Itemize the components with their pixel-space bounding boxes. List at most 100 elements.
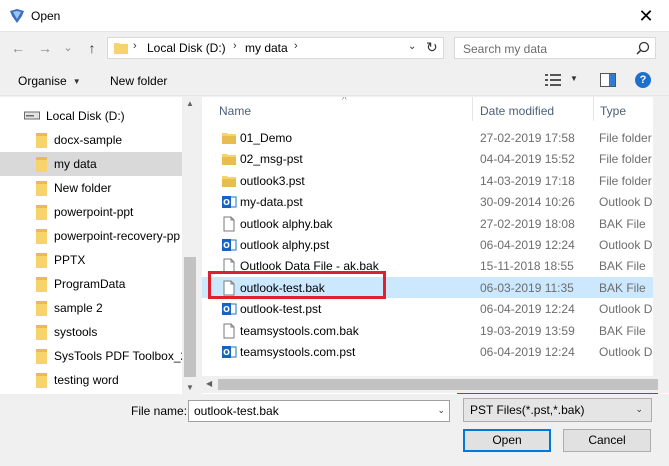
- file-type-cell: BAK File: [599, 323, 646, 338]
- up-arrow-icon[interactable]: ↑: [82, 38, 102, 58]
- sidebar-item[interactable]: New folder: [0, 176, 182, 200]
- file-date-cell: 06-04-2019 12:24: [480, 345, 575, 359]
- horizontal-scrollbar[interactable]: ◀: [202, 376, 669, 393]
- column-header-name[interactable]: Name ^: [202, 97, 472, 121]
- refresh-icon[interactable]: ↻: [426, 39, 438, 56]
- sidebar-item[interactable]: powerpoint-ppt: [0, 200, 182, 224]
- file-name-input[interactable]: outlook-test.bak ⌄: [188, 400, 450, 422]
- folder-icon: [36, 205, 47, 220]
- folder-icon: [221, 130, 237, 146]
- sidebar-item[interactable]: sample 2: [0, 296, 182, 320]
- caret-down-icon[interactable]: ▼: [570, 74, 578, 83]
- folder-icon: [36, 229, 47, 244]
- search-input[interactable]: Search my data: [454, 37, 656, 59]
- breadcrumb-my-data[interactable]: my data: [245, 41, 288, 55]
- file-name-cell: outlook3.pst: [240, 173, 305, 188]
- outlook-icon: O: [221, 194, 237, 210]
- scroll-up-icon[interactable]: ▲: [186, 99, 194, 108]
- file-type-value: PST Files(*.pst,*.bak): [470, 403, 585, 417]
- file-name-cell: 02_msg-pst: [240, 152, 303, 167]
- sidebar-item-label: New folder: [54, 181, 112, 195]
- cancel-button[interactable]: Cancel: [563, 429, 651, 452]
- search-placeholder: Search my data: [463, 42, 548, 56]
- file-date-cell: 30-09-2014 10:26: [480, 195, 575, 210]
- forward-arrow-icon[interactable]: →: [35, 38, 55, 58]
- chevron-down-icon[interactable]: ⌄: [408, 41, 416, 52]
- back-arrow-icon[interactable]: ←: [8, 38, 28, 58]
- column-date-label: Date modified: [480, 104, 555, 118]
- new-folder-button[interactable]: New folder: [110, 74, 167, 88]
- sidebar-item[interactable]: PPTX: [0, 248, 182, 272]
- sidebar-item-label: systools: [54, 325, 98, 339]
- svg-text:O: O: [223, 348, 230, 357]
- help-icon[interactable]: ?: [635, 72, 651, 88]
- file-date-cell: 27-02-2019 18:08: [480, 216, 575, 231]
- file-name-value: outlook-test.bak: [194, 404, 279, 418]
- title-bar: Open ✕: [0, 0, 669, 32]
- file-list-scrollbar[interactable]: [653, 97, 669, 376]
- table-row[interactable]: Ooutlook alphy.pst 06-04-2019 12:24 Outloo…: [202, 234, 669, 255]
- sidebar-item-label: Local Disk (D:): [46, 109, 125, 123]
- search-icon: [636, 41, 650, 55]
- preview-pane-icon[interactable]: [600, 73, 616, 87]
- folder-icon: [36, 181, 47, 196]
- scrollbar-thumb[interactable]: [184, 257, 196, 377]
- window-title: Open: [31, 9, 61, 23]
- file-date-cell: 04-04-2019 15:52: [480, 152, 575, 167]
- sidebar-item-label: powerpoint-recovery-pp: [54, 229, 181, 243]
- sidebar-item-label: docx-sample: [54, 133, 123, 147]
- outlook-icon: O: [221, 344, 237, 360]
- command-toolbar: Organise ▼ New folder: [0, 64, 669, 96]
- table-row[interactable]: 02_msg-pst 04-04-2019 15:52 File folder: [202, 148, 669, 169]
- scroll-down-icon[interactable]: ▼: [186, 383, 194, 392]
- folder-icon: [221, 173, 237, 189]
- recent-locations-icon[interactable]: ⌄: [58, 38, 78, 58]
- svg-text:O: O: [223, 305, 230, 314]
- chevron-down-icon[interactable]: ⌄: [437, 405, 445, 416]
- sidebar-item[interactable]: testing word: [0, 368, 182, 392]
- caret-down-icon: ▼: [72, 77, 81, 86]
- sidebar-item-label: ProgramData: [54, 277, 126, 291]
- table-row[interactable]: Ooutlook-test.pst 06-04-2019 12:24 Outlook…: [202, 298, 669, 319]
- column-header-date[interactable]: Date modified: [473, 97, 593, 121]
- scrollbar-thumb[interactable]: [218, 379, 658, 390]
- breadcrumb-separator: ›: [233, 40, 237, 52]
- open-button[interactable]: Open: [463, 429, 551, 452]
- table-row[interactable]: teamsystools.com.bak 19-03-2019 13:59 BAK …: [202, 320, 669, 341]
- file-type-select[interactable]: PST Files(*.pst,*.bak) ⌄: [463, 398, 652, 422]
- table-row[interactable]: Omy-data.pst 30-09-2014 10:26 Outlook Data: [202, 191, 669, 212]
- table-row[interactable]: 01_Demo 27-02-2019 17:58 File folder: [202, 127, 669, 148]
- organise-button[interactable]: Organise ▼: [18, 74, 81, 88]
- file-name-cell: outlook-test.pst: [240, 302, 322, 317]
- outlook-icon: O: [221, 301, 237, 317]
- table-row[interactable]: outlook3.pst 14-03-2019 17:18 File folder: [202, 170, 669, 191]
- file-date-cell: 06-04-2019 12:24: [480, 238, 575, 252]
- breadcrumb-separator: ›: [294, 40, 298, 52]
- navigation-pane: Local Disk (D:) docx-sample my data New fo…: [0, 97, 198, 394]
- address-bar[interactable]: › Local Disk (D:) › my data › ⌄ ↻: [107, 37, 444, 59]
- sidebar-item[interactable]: my data: [0, 152, 182, 176]
- sidebar-scrollbar[interactable]: ▲ ▼: [182, 97, 198, 394]
- sidebar-item[interactable]: systools: [0, 320, 182, 344]
- column-name-label: Name: [219, 104, 252, 118]
- file-name-cell: 01_Demo: [240, 131, 293, 145]
- chevron-down-icon: ⌄: [635, 404, 643, 414]
- view-options-icon[interactable]: [545, 74, 561, 86]
- sidebar-item[interactable]: docx-sample: [0, 128, 182, 152]
- svg-text:O: O: [223, 198, 230, 207]
- file-name-cell: outlook alphy.bak: [240, 216, 333, 231]
- sidebar-item-label: sample 2: [54, 301, 103, 315]
- file-date-cell: 14-03-2019 17:18: [480, 173, 575, 188]
- close-icon[interactable]: ✕: [623, 0, 669, 32]
- folder-icon: [36, 277, 47, 292]
- file-type-cell: File folder: [599, 173, 652, 188]
- sidebar-item[interactable]: ProgramData: [0, 272, 182, 296]
- folder-icon: [221, 151, 237, 167]
- sidebar-item[interactable]: powerpoint-recovery-pp: [0, 224, 182, 248]
- table-row[interactable]: outlook alphy.bak 27-02-2019 18:08 BAK Fil…: [202, 213, 669, 234]
- table-row[interactable]: Oteamsystools.com.pst 06-04-2019 12:24 Out…: [202, 341, 669, 362]
- sidebar-item[interactable]: SysTools PDF Toolbox_2_: [0, 344, 194, 368]
- breadcrumb-local-disk[interactable]: Local Disk (D:): [147, 41, 226, 55]
- file-icon: [221, 216, 237, 232]
- scroll-left-icon[interactable]: ◀: [206, 379, 212, 388]
